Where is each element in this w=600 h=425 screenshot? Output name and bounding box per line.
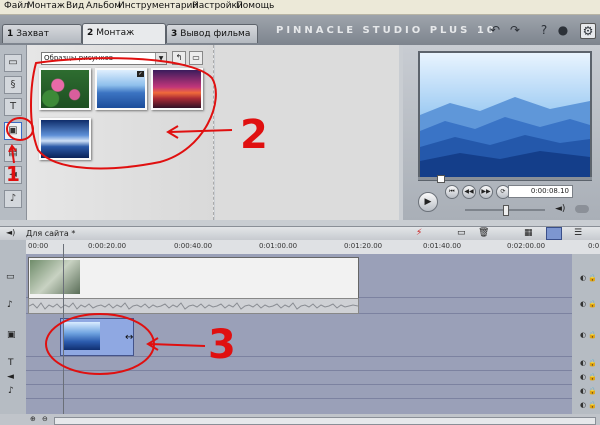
annotation-circle-1 <box>6 117 34 141</box>
annotation-number-3: 3 <box>208 322 236 368</box>
annotation-arrow-1 <box>8 144 17 164</box>
annotation-arrow-3 <box>146 337 206 351</box>
annotation-number-1: 1 <box>6 162 20 186</box>
annotation-overlay <box>6 57 233 375</box>
annotation-circle-2 <box>30 57 217 170</box>
annotation-circle-3 <box>45 313 155 375</box>
annotation-number-2: 2 <box>240 112 268 158</box>
